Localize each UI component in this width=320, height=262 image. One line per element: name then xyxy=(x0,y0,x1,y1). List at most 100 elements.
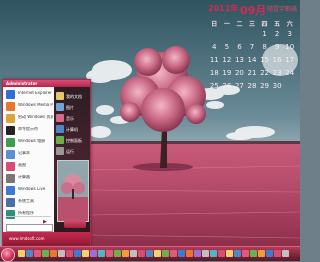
taskbar-app-icon[interactable] xyxy=(186,250,193,257)
calendar-gadget[interactable]: 2011年 09月 隨雪宇數碼 日 一 二 三 四 五 六 1234567891… xyxy=(206,2,298,120)
taskbar-app-icon[interactable] xyxy=(194,250,201,257)
taskbar-app-icon[interactable] xyxy=(202,250,209,257)
taskbar-app-icon[interactable] xyxy=(58,250,65,257)
start-menu-place-item[interactable]: 计算机 xyxy=(56,124,89,134)
footer-url: www.lmdsoft.com xyxy=(9,236,45,241)
calendar-day[interactable]: 27 xyxy=(233,82,246,90)
taskbar-app-icon[interactable] xyxy=(250,250,257,257)
start-menu-item-label: 所有程序 xyxy=(18,211,34,215)
taskbar-app-icon[interactable] xyxy=(226,250,233,257)
taskbar-app-icon[interactable] xyxy=(74,250,81,257)
notepad-icon xyxy=(6,150,15,159)
start-menu-programs-pane: Internet Explorer Windows Media Player 启动 … xyxy=(3,87,54,232)
calendar-day[interactable]: 16 xyxy=(271,56,284,64)
taskbar-app-icon[interactable] xyxy=(146,250,153,257)
start-menu-item-label: 记事本 xyxy=(18,151,30,155)
weekday-label: 一 xyxy=(223,21,230,28)
calendar-day[interactable]: 3 xyxy=(283,30,296,38)
taskbar-app-icon[interactable] xyxy=(98,250,105,257)
taskbar-app-icon[interactable] xyxy=(178,250,185,257)
taskbar-app-icon[interactable] xyxy=(266,250,273,257)
taskbar-app-icon[interactable] xyxy=(258,250,265,257)
weekday-label: 日 xyxy=(211,21,218,28)
calendar-day[interactable]: 8 xyxy=(258,43,271,51)
start-menu-place-item[interactable]: 运行 xyxy=(56,146,89,156)
taskbar-app-icon[interactable] xyxy=(210,250,217,257)
calendar-day[interactable]: 1 xyxy=(258,30,271,38)
start-menu-item[interactable]: Internet Explorer xyxy=(5,89,53,100)
start-menu-item[interactable]: Windows Live xyxy=(5,185,53,196)
taskbar-app-icon[interactable] xyxy=(50,250,57,257)
taskbar-app-icon[interactable] xyxy=(130,250,137,257)
start-menu-item[interactable]: 命令提示符 xyxy=(5,125,53,136)
taskbar-app-icon[interactable] xyxy=(90,250,97,257)
control-panel-icon xyxy=(56,136,64,144)
start-search-input[interactable] xyxy=(6,224,53,232)
calendar-day[interactable]: 12 xyxy=(221,56,234,64)
taskbar-app-icon[interactable] xyxy=(34,250,41,257)
taskbar-app-icon[interactable] xyxy=(122,250,129,257)
start-menu-footer: www.lmdsoft.com xyxy=(3,232,90,246)
calendar-day[interactable]: 11 xyxy=(208,56,221,64)
calendar-day[interactable]: 2 xyxy=(271,30,284,38)
start-menu-item[interactable]: Windows Media Player xyxy=(5,101,53,112)
start-menu[interactable]: Administrator Internet Explorer Windows M… xyxy=(2,79,91,247)
calendar-day[interactable]: 23 xyxy=(271,69,284,77)
calendar-day[interactable]: 18 xyxy=(208,69,221,77)
calendar-day[interactable]: 17 xyxy=(283,56,296,64)
calendar-day[interactable]: 25 xyxy=(208,82,221,90)
start-menu-place-label: 运行 xyxy=(66,149,74,154)
taskbar-app-icon[interactable] xyxy=(26,250,33,257)
cmd-icon xyxy=(6,126,15,135)
start-menu-place-item[interactable]: 控制面板 xyxy=(56,135,89,145)
start-menu-place-item[interactable]: 我的文档 xyxy=(56,91,89,101)
taskbar-app-icon[interactable] xyxy=(274,250,281,257)
start-menu-item-label: Windows 相册 xyxy=(18,139,46,143)
live-icon xyxy=(6,186,15,195)
calendar-day[interactable]: 15 xyxy=(258,56,271,64)
taskbar-app-icon[interactable] xyxy=(170,250,177,257)
calendar-day[interactable]: 20 xyxy=(233,69,246,77)
calendar-day[interactable]: 6 xyxy=(233,43,246,51)
start-menu-item[interactable]: Windows 相册 xyxy=(5,137,53,148)
calendar-day[interactable]: 24 xyxy=(283,69,296,77)
calendar-day[interactable]: 10 xyxy=(283,43,296,51)
calendar-day[interactable]: 5 xyxy=(221,43,234,51)
start-menu-place-label: 图片 xyxy=(66,105,74,110)
start-menu-item[interactable]: 记事本 xyxy=(5,149,53,160)
user-picture-preview xyxy=(57,160,89,222)
start-menu-item[interactable]: 画图 xyxy=(5,161,53,172)
taskbar-app-icon[interactable] xyxy=(114,250,121,257)
taskbar-app-icon[interactable] xyxy=(154,250,161,257)
taskbar-app-icon[interactable] xyxy=(162,250,169,257)
start-menu-place-label: 控制面板 xyxy=(66,138,82,143)
taskbar-app-icon[interactable] xyxy=(82,250,89,257)
taskbar-app-icon[interactable] xyxy=(18,250,25,257)
start-menu-item[interactable]: 系统工具 xyxy=(5,197,53,208)
calendar-day[interactable]: 7 xyxy=(246,43,259,51)
start-menu-place-item[interactable]: 图片 xyxy=(56,102,89,112)
calendar-day[interactable]: 9 xyxy=(271,43,284,51)
calendar-day[interactable]: 19 xyxy=(221,69,234,77)
taskbar-app-icon[interactable] xyxy=(242,250,249,257)
calendar-day[interactable]: 29 xyxy=(258,82,271,90)
calendar-day[interactable]: 4 xyxy=(208,43,221,51)
taskbar-app-icon[interactable] xyxy=(42,250,49,257)
calendar-day[interactable]: 28 xyxy=(246,82,259,90)
calendar-day[interactable]: 30 xyxy=(271,82,284,90)
taskbar-app-icon[interactable] xyxy=(282,250,289,257)
taskbar-app-icon[interactable] xyxy=(138,250,145,257)
start-menu-place-item[interactable]: 音乐 xyxy=(56,113,89,123)
calendar-day[interactable]: 14 xyxy=(246,56,259,64)
start-menu-item[interactable]: 计算器 xyxy=(5,173,53,184)
calendar-day[interactable]: 21 xyxy=(246,69,259,77)
calendar-day[interactable]: 22 xyxy=(258,69,271,77)
taskbar-app-icon[interactable] xyxy=(106,250,113,257)
taskbar-app-icon[interactable] xyxy=(218,250,225,257)
shutdown-button[interactable] xyxy=(64,220,86,228)
taskbar-app-icon[interactable] xyxy=(66,250,73,257)
taskbar-app-icon[interactable] xyxy=(234,250,241,257)
start-menu-item[interactable]: 启动 Windows 资源管理器 xyxy=(5,113,53,124)
calendar-day[interactable]: 13 xyxy=(233,56,246,64)
calendar-day[interactable]: 26 xyxy=(221,82,234,90)
